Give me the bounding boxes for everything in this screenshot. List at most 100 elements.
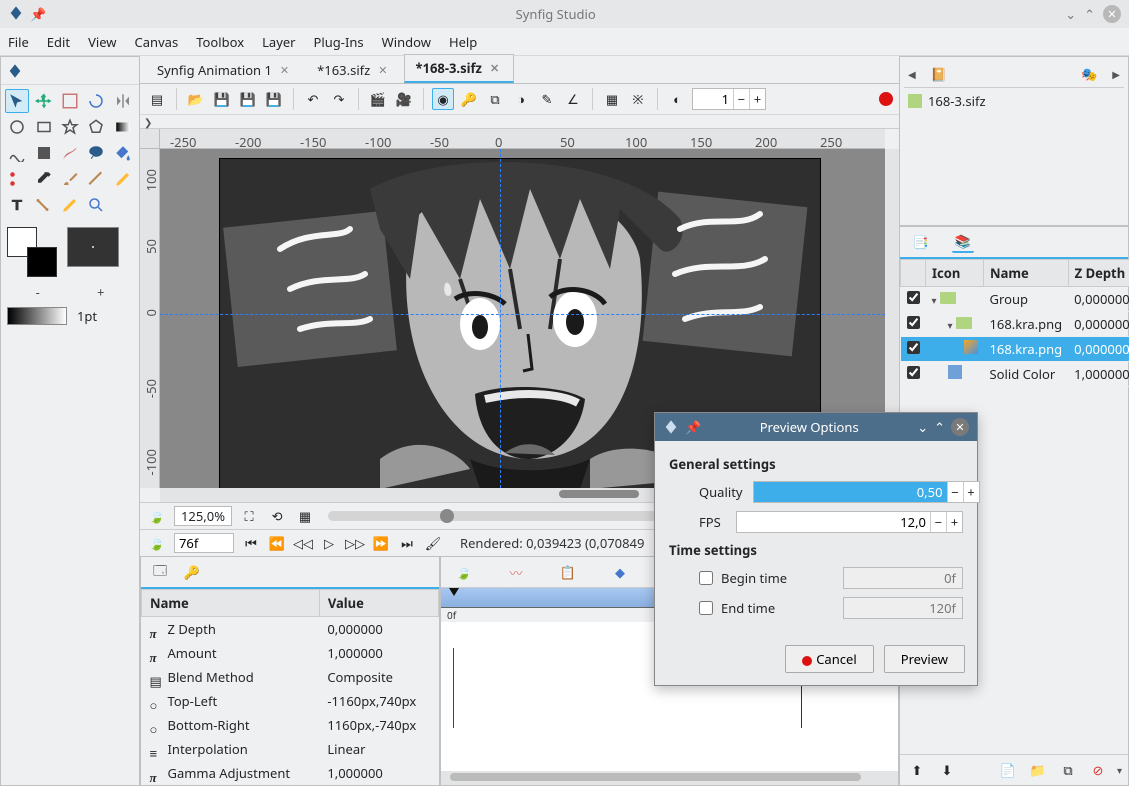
menu-plugins[interactable]: Plug-Ins xyxy=(314,33,364,51)
param-value[interactable]: 1,000000 xyxy=(319,641,438,665)
tool-rectangle[interactable] xyxy=(31,115,55,139)
frame-spin[interactable]: − + xyxy=(692,88,766,110)
maximize-icon[interactable]: ⌃ xyxy=(1084,5,1095,23)
cancel-button[interactable]: Cancel xyxy=(785,645,873,673)
dialog-titlebar[interactable]: 📌 Preview Options ⌄ ⌃ ✕ xyxy=(655,413,977,441)
animate-icon[interactable]: 🍃 xyxy=(146,532,168,554)
onion2-icon[interactable]: ◐ xyxy=(666,88,688,110)
close-icon[interactable]: ✕ xyxy=(490,61,499,76)
tool-rotate[interactable] xyxy=(84,89,108,113)
menu-toolbox[interactable]: Toolbox xyxy=(196,33,244,51)
prev-frame-icon[interactable]: ◁◁ xyxy=(292,532,314,554)
col-icon[interactable]: Icon xyxy=(926,260,984,287)
gradient-swatch[interactable] xyxy=(7,307,67,325)
tool-fill[interactable] xyxy=(111,141,135,165)
param-row[interactable]: ○Top-Left -1160px,740px xyxy=(142,689,439,713)
layer-row[interactable]: Solid Color 1,000000 xyxy=(901,362,1129,387)
timeline-scene-icon[interactable]: ◆ xyxy=(609,561,631,583)
saveas-icon[interactable]: 💾 xyxy=(237,88,259,110)
begin-time-input[interactable] xyxy=(843,567,963,589)
tool-mirror[interactable] xyxy=(111,89,135,113)
zoom-label[interactable]: 125,0% xyxy=(174,506,232,526)
ruler-vertical[interactable]: 100 50 0 -50 -100 xyxy=(140,149,160,488)
layer-group-icon[interactable]: 📁 xyxy=(1027,759,1049,781)
param-value[interactable]: 0,000000 xyxy=(319,617,438,642)
layer-visible-checkbox[interactable] xyxy=(907,366,920,379)
menu-window[interactable]: Window xyxy=(382,33,431,51)
dialog-close-icon[interactable]: ✕ xyxy=(951,418,969,436)
zoom-prev-icon[interactable]: ⟲ xyxy=(266,505,288,527)
tool-polygon[interactable] xyxy=(84,115,108,139)
cycle-icon[interactable]: ◑ xyxy=(510,88,532,110)
tool-eyedrop[interactable] xyxy=(31,167,55,191)
param-value[interactable]: Composite xyxy=(319,665,438,689)
close-icon[interactable]: ✕ xyxy=(378,63,387,78)
end-checkbox[interactable] xyxy=(699,601,713,615)
seek-end-icon[interactable]: ⏭ xyxy=(396,532,418,554)
dialog-pin-icon[interactable]: 📌 xyxy=(685,418,701,436)
menu-edit[interactable]: Edit xyxy=(47,33,70,51)
preview-button[interactable]: Preview xyxy=(884,645,965,673)
end-time-input[interactable] xyxy=(843,597,963,619)
seek-start-icon[interactable]: ⏮ xyxy=(240,532,262,554)
dialog-max-icon[interactable]: ⌃ xyxy=(934,418,945,436)
canvas-file-row[interactable]: 168-3.sifz xyxy=(904,88,1124,114)
menu-layer[interactable]: Layer xyxy=(262,33,295,51)
param-value[interactable]: Linear xyxy=(319,737,438,761)
fps-input[interactable]: − + xyxy=(736,511,963,533)
save-icon[interactable]: 💾 xyxy=(211,88,233,110)
tool-text[interactable] xyxy=(5,193,29,217)
close-icon[interactable]: ✕ xyxy=(280,63,289,78)
record-icon[interactable] xyxy=(879,92,893,106)
open-icon[interactable]: 📂 xyxy=(185,88,207,110)
param-row[interactable]: ▤Blend Method Composite xyxy=(142,665,439,689)
tool-bone[interactable] xyxy=(31,193,55,217)
tool-smooth-move[interactable] xyxy=(31,89,55,113)
tool-spline[interactable] xyxy=(5,141,29,165)
ruler-horizontal[interactable]: -250 -200 -150 -100 -50 0 50 100 150 200… xyxy=(160,129,885,149)
onion-icon[interactable]: ◉ xyxy=(432,88,454,110)
timeline-scrollbar[interactable] xyxy=(441,771,898,785)
key-tab-icon[interactable]: 🔑 xyxy=(181,561,203,583)
leaf-icon[interactable]: 🍃 xyxy=(146,505,168,527)
param-value[interactable]: -1160px,740px xyxy=(319,689,438,713)
preview-icon[interactable]: 🎥 xyxy=(393,88,415,110)
layer-visible-checkbox[interactable] xyxy=(907,291,920,304)
menu-icon[interactable]: ▤ xyxy=(146,88,168,110)
spin-plus[interactable]: + xyxy=(946,512,962,532)
col-zdepth[interactable]: Z Depth xyxy=(1068,260,1129,287)
layer-new-icon[interactable]: 📄 xyxy=(997,759,1019,781)
tool-region[interactable] xyxy=(31,141,55,165)
quality-input[interactable]: − + xyxy=(753,481,980,503)
tool-width[interactable] xyxy=(84,167,108,191)
curve-icon[interactable]: ✎ xyxy=(536,88,558,110)
swatch-plus[interactable]: + xyxy=(97,283,104,301)
layer-visible-checkbox[interactable] xyxy=(907,341,920,354)
tab-doc-2[interactable]: *168-3.sifz✕ xyxy=(404,54,514,83)
expand-icon[interactable]: ▾ xyxy=(932,293,937,307)
frame-field[interactable] xyxy=(174,533,234,553)
col-pvalue[interactable]: Value xyxy=(319,590,438,617)
dialog-min-icon[interactable]: ⌄ xyxy=(917,418,928,436)
prev-key-icon[interactable]: ⏪ xyxy=(266,532,288,554)
guide-vertical[interactable] xyxy=(500,149,501,488)
keyframe-marker[interactable] xyxy=(449,588,459,596)
preview-swatch[interactable] xyxy=(67,227,119,267)
swatch-minus[interactable]: - xyxy=(36,283,40,301)
timeline-leaf-icon[interactable]: 🍃 xyxy=(453,561,475,583)
undo-icon[interactable]: ↶ xyxy=(302,88,324,110)
saveall-icon[interactable]: 💾 xyxy=(263,88,285,110)
color-swatch[interactable] xyxy=(7,227,57,277)
fill-color[interactable] xyxy=(27,247,57,277)
spin-plus[interactable]: + xyxy=(749,89,765,109)
col-name[interactable]: Name xyxy=(984,260,1069,287)
grid-icon[interactable]: ▦ xyxy=(601,88,623,110)
menu-canvas[interactable]: Canvas xyxy=(135,33,179,51)
tool-circle[interactable] xyxy=(5,115,29,139)
menu-help[interactable]: Help xyxy=(449,33,477,51)
zoom-grid-icon[interactable]: ▦ xyxy=(294,505,316,527)
tool-star[interactable] xyxy=(58,115,82,139)
layer-down-icon[interactable]: ⬇ xyxy=(936,759,958,781)
layer-row[interactable]: ▾ 168.kra.png 0,000000 xyxy=(901,312,1129,337)
menu-file[interactable]: File xyxy=(8,33,29,51)
